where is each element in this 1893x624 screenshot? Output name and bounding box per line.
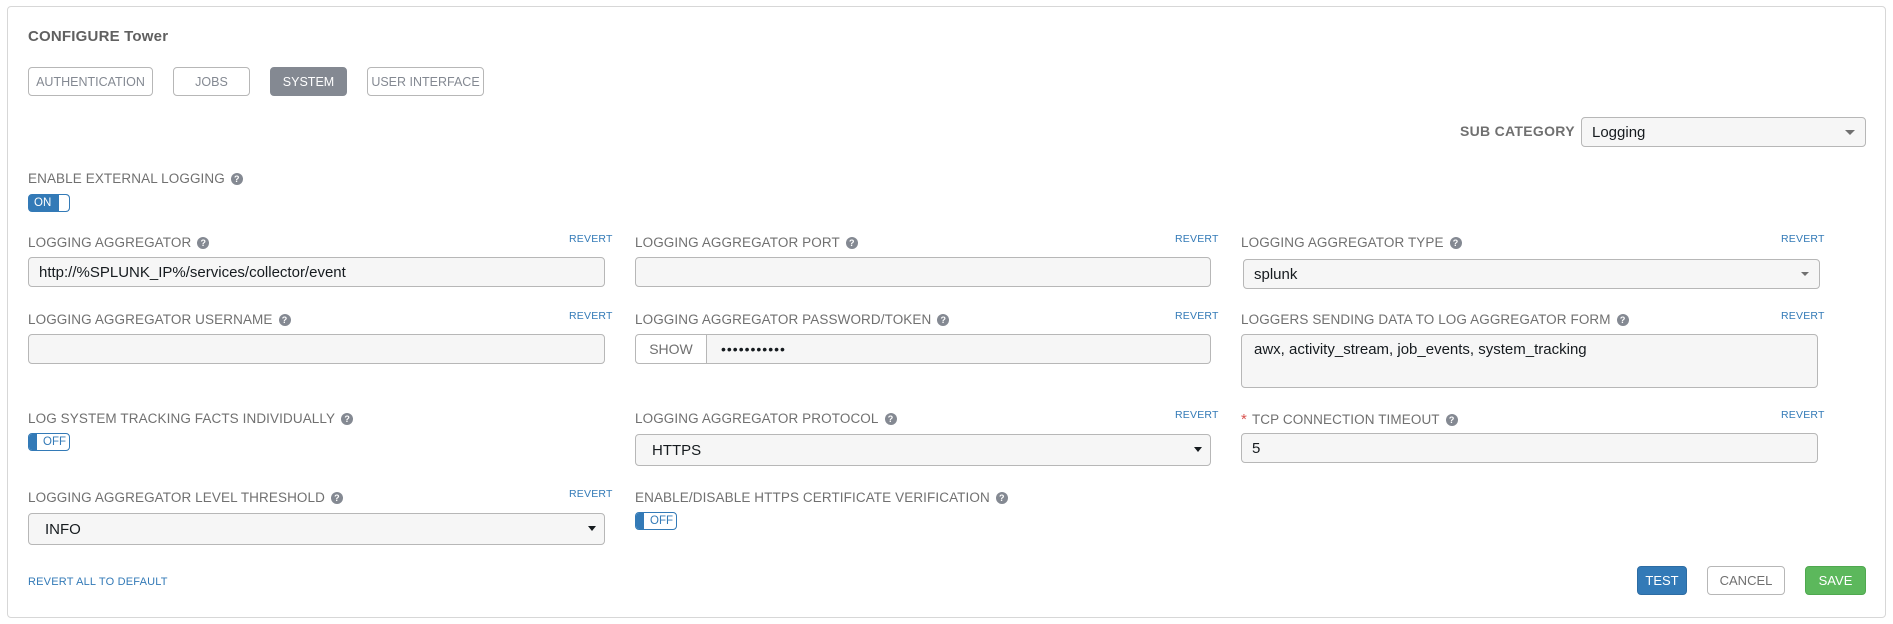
save-button[interactable]: SAVE (1805, 566, 1866, 595)
logging-aggregator-port-label: LOGGING AGGREGATOR PORT ? (635, 235, 858, 250)
help-icon[interactable]: ? (884, 412, 897, 425)
revert-loggers-sending-data[interactable]: REVERT (1781, 310, 1825, 322)
revert-logging-aggregator-level-threshold[interactable]: REVERT (569, 488, 613, 500)
logging-aggregator-input[interactable]: http://%SPLUNK_IP%/services/collector/ev… (28, 257, 605, 287)
chevron-down-icon (588, 526, 596, 531)
loggers-sending-data-label: LOGGERS SENDING DATA TO LOG AGGREGATOR F… (1241, 312, 1629, 327)
tab-authentication[interactable]: AUTHENTICATION (28, 67, 153, 96)
test-button[interactable]: TEST (1637, 566, 1687, 595)
help-icon[interactable]: ? (995, 491, 1008, 504)
revert-logging-aggregator[interactable]: REVERT (569, 233, 613, 245)
page-title: CONFIGURE Tower (28, 28, 169, 45)
log-system-tracking-facts-label: LOG SYSTEM TRACKING FACTS INDIVIDUALLY ? (28, 411, 354, 426)
revert-logging-aggregator-port[interactable]: REVERT (1175, 233, 1219, 245)
show-password-button[interactable]: SHOW (635, 334, 707, 364)
required-marker: * (1241, 411, 1247, 428)
log-system-tracking-facts-toggle[interactable]: OFF (28, 433, 70, 451)
logging-aggregator-username-input[interactable] (28, 334, 605, 364)
revert-logging-aggregator-password[interactable]: REVERT (1175, 310, 1219, 322)
revert-tcp-connection-timeout[interactable]: REVERT (1781, 409, 1825, 421)
help-icon[interactable]: ? (341, 412, 354, 425)
tcp-connection-timeout-input[interactable]: 5 (1241, 433, 1818, 463)
enable-external-logging-toggle[interactable]: ON (28, 194, 70, 212)
help-icon[interactable]: ? (1616, 313, 1629, 326)
revert-logging-aggregator-type[interactable]: REVERT (1781, 233, 1825, 245)
chevron-down-icon (1845, 130, 1855, 135)
tab-system[interactable]: SYSTEM (270, 67, 347, 96)
toggle-knob (29, 434, 37, 450)
help-icon[interactable]: ? (1449, 236, 1462, 249)
enable-external-logging-label: ENABLE EXTERNAL LOGGING ? (28, 171, 243, 186)
help-icon[interactable]: ? (845, 236, 858, 249)
tab-user-interface[interactable]: USER INTERFACE (367, 67, 484, 96)
https-certificate-verification-label: ENABLE/DISABLE HTTPS CERTIFICATE VERIFIC… (635, 490, 1008, 505)
sub-category-select[interactable]: Logging (1581, 117, 1866, 147)
logging-aggregator-label: LOGGING AGGREGATOR ? (28, 235, 210, 250)
cancel-button[interactable]: CANCEL (1707, 566, 1785, 595)
revert-logging-aggregator-protocol[interactable]: REVERT (1175, 409, 1219, 421)
logging-aggregator-password-label: LOGGING AGGREGATOR PASSWORD/TOKEN ? (635, 312, 950, 327)
logging-aggregator-type-select[interactable]: splunk (1243, 259, 1820, 289)
help-icon[interactable]: ? (197, 236, 210, 249)
logging-aggregator-level-threshold-select[interactable]: INFO (28, 513, 605, 545)
logging-aggregator-level-threshold-label: LOGGING AGGREGATOR LEVEL THRESHOLD ? (28, 490, 343, 505)
https-certificate-verification-toggle[interactable]: OFF (635, 512, 677, 530)
help-icon[interactable]: ? (278, 313, 291, 326)
help-icon[interactable]: ? (230, 172, 243, 185)
toggle-knob (59, 195, 69, 211)
help-icon[interactable]: ? (937, 313, 950, 326)
logging-aggregator-password-input[interactable]: ••••••••••• (707, 334, 1211, 364)
toggle-knob (636, 513, 644, 529)
loggers-sending-data-textarea[interactable]: awx, activity_stream, job_events, system… (1241, 334, 1818, 388)
tab-jobs[interactable]: JOBS (173, 67, 250, 96)
chevron-down-icon (1194, 447, 1202, 452)
logging-aggregator-protocol-select[interactable]: HTTPS (635, 434, 1211, 466)
sub-category-label: SUB CATEGORY (1460, 123, 1575, 139)
logging-aggregator-type-value: splunk (1254, 265, 1298, 283)
sub-category-value: Logging (1592, 123, 1646, 141)
chevron-down-icon (1801, 272, 1809, 276)
revert-all-to-default-link[interactable]: REVERT ALL TO DEFAULT (28, 576, 168, 588)
logging-aggregator-port-input[interactable] (635, 257, 1211, 287)
tcp-connection-timeout-label: * TCP CONNECTION TIMEOUT ? (1241, 411, 1458, 428)
help-icon[interactable]: ? (1445, 413, 1458, 426)
revert-logging-aggregator-username[interactable]: REVERT (569, 310, 613, 322)
logging-aggregator-protocol-label: LOGGING AGGREGATOR PROTOCOL ? (635, 411, 897, 426)
logging-aggregator-protocol-value: HTTPS (652, 441, 702, 459)
logging-aggregator-username-label: LOGGING AGGREGATOR USERNAME ? (28, 312, 291, 327)
logging-aggregator-type-label: LOGGING AGGREGATOR TYPE ? (1241, 235, 1462, 250)
help-icon[interactable]: ? (330, 491, 343, 504)
logging-aggregator-level-threshold-value: INFO (45, 520, 81, 538)
